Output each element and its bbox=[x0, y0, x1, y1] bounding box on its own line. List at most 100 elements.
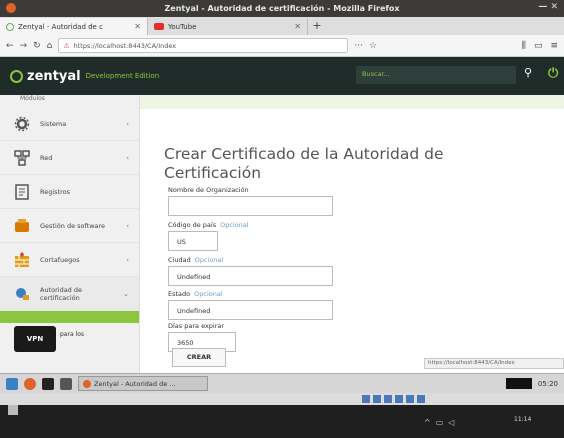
taskbar-tray: 05:20 bbox=[505, 378, 558, 389]
network-icon bbox=[14, 149, 30, 166]
tab-close-icon[interactable]: ✕ bbox=[134, 22, 141, 31]
firefox-icon bbox=[83, 379, 91, 388]
main-content: Crear Certificado de la Autoridad de Cer… bbox=[140, 95, 564, 373]
library-icon[interactable]: ⫼ bbox=[522, 41, 526, 51]
edition-label: Development Edition bbox=[85, 72, 160, 80]
url-text: https://localhost:8443/CA/Index bbox=[73, 41, 177, 50]
tab-youtube[interactable]: YouTube ✕ bbox=[148, 18, 308, 35]
sidebar-subitem-active[interactable] bbox=[0, 311, 139, 323]
firefox-icon bbox=[6, 3, 16, 13]
nav-bar: ← → ↻ ⌂ ⚠ https://localhost:8443/CA/Inde… bbox=[0, 35, 564, 57]
tab-close-icon[interactable]: ✕ bbox=[294, 22, 301, 31]
sidebar-item-sistema[interactable]: Sistema ‹ bbox=[0, 107, 139, 141]
back-icon[interactable]: ← bbox=[6, 41, 14, 51]
vpn-badge[interactable]: VPN bbox=[14, 326, 56, 352]
tray-app-icon[interactable] bbox=[406, 395, 414, 403]
tray-indicator-icon[interactable] bbox=[505, 378, 532, 389]
bookmark-star-icon[interactable]: ☆ bbox=[369, 41, 377, 51]
state-label: Estado Opcional bbox=[168, 290, 223, 298]
taskbar-task-label: Zentyal - Autoridad de ... bbox=[94, 379, 176, 388]
sidebar-item-label: Registros bbox=[40, 187, 70, 196]
tray-app-icon[interactable] bbox=[417, 395, 425, 403]
sidebar-toggle-icon[interactable]: ▭ bbox=[534, 41, 543, 51]
org-name-label: Nombre de Organización bbox=[168, 186, 249, 194]
start-menu-icon[interactable] bbox=[6, 377, 18, 390]
sidebar-item-ca[interactable]: Autoridad de certificación ⌄ bbox=[0, 277, 139, 311]
window-titlebar: Zentyal - Autoridad de certificación - M… bbox=[0, 0, 564, 17]
tab-youtube-label: YouTube bbox=[168, 22, 197, 31]
host-systray bbox=[0, 393, 564, 405]
search-icon[interactable]: ⚲ bbox=[524, 66, 532, 79]
zentyal-favicon-icon bbox=[6, 22, 14, 31]
state-field[interactable]: Undefined bbox=[168, 300, 333, 320]
sidebar-item-cortafuegos[interactable]: Cortafuegos ‹ bbox=[0, 243, 139, 277]
host-taskbar: ^ ▭ ◁ 11:14 bbox=[0, 405, 564, 438]
sidebar-item-red[interactable]: Red ‹ bbox=[0, 141, 139, 175]
page-actions-icon[interactable]: ··· bbox=[354, 41, 363, 51]
insecure-lock-icon: ⚠ bbox=[63, 41, 70, 50]
chevron-down-icon: ⌄ bbox=[123, 289, 129, 298]
sidebar-item-label: Sistema bbox=[40, 119, 67, 128]
sidebar-item-label: Autoridad de certificación bbox=[40, 285, 82, 302]
zentyal-logo[interactable]: zentyal bbox=[10, 69, 81, 84]
home-icon[interactable]: ⌂ bbox=[47, 41, 53, 51]
sidebar-item-software[interactable]: Gestión de software ‹ bbox=[0, 209, 139, 243]
taskbar-clock: 05:20 bbox=[537, 379, 558, 388]
taskbar: Zentyal - Autoridad de ... 05:20 bbox=[0, 373, 564, 393]
zentyal-header: zentyal Development Edition Buscar... ⚲ … bbox=[0, 57, 564, 95]
chevron-up-icon[interactable]: ^ bbox=[424, 418, 431, 427]
files-launcher-icon[interactable] bbox=[60, 377, 72, 390]
toolbar-right: ⫼ ▭ ≡ bbox=[522, 41, 558, 51]
taskbar-task-firefox[interactable]: Zentyal - Autoridad de ... bbox=[78, 376, 208, 391]
expiry-days-label: Días para expirar bbox=[168, 322, 225, 330]
certificate-icon bbox=[16, 287, 29, 300]
forward-icon[interactable]: → bbox=[20, 41, 28, 51]
systray-icons bbox=[362, 394, 425, 404]
search-input[interactable]: Buscar... bbox=[356, 66, 516, 84]
country-code-label: Código de país Opcional bbox=[168, 221, 249, 229]
tray-app-icon[interactable] bbox=[373, 395, 381, 403]
city-label: Ciudad Opcional bbox=[168, 256, 224, 264]
gear-icon bbox=[14, 116, 30, 131]
host-window-icon[interactable] bbox=[8, 405, 18, 415]
chevron-left-icon: ‹ bbox=[126, 221, 129, 230]
window-title: Zentyal - Autoridad de certificación - M… bbox=[164, 4, 400, 13]
tray-app-icon[interactable] bbox=[362, 395, 370, 403]
youtube-favicon-icon bbox=[154, 23, 164, 30]
sidebar-item-label: Gestión de software bbox=[40, 221, 106, 230]
sidebar-item-label: Cortafuegos bbox=[40, 255, 80, 264]
network-icon[interactable]: ▭ bbox=[436, 418, 444, 427]
zentyal-logo-icon bbox=[10, 69, 23, 83]
city-field[interactable]: Undefined bbox=[168, 266, 333, 286]
sidebar-item-label: Red bbox=[40, 153, 53, 162]
host-clock: 11:14 bbox=[514, 416, 532, 423]
url-bar[interactable]: ⚠ https://localhost:8443/CA/Index bbox=[58, 38, 349, 53]
screen: Zentyal - Autoridad de certificación - M… bbox=[0, 0, 564, 438]
logs-icon bbox=[15, 183, 29, 200]
logout-icon[interactable]: ⏻ bbox=[548, 66, 560, 84]
main-top-strip bbox=[140, 95, 564, 109]
country-code-field[interactable]: US bbox=[168, 231, 218, 251]
create-button[interactable]: CREAR bbox=[172, 348, 226, 367]
tab-bar: Zentyal - Autoridad de c ✕ YouTube ✕ + bbox=[0, 17, 564, 35]
page-title: Crear Certificado de la Autoridad de Cer… bbox=[164, 145, 444, 182]
software-icon bbox=[15, 218, 29, 232]
tab-zentyal[interactable]: Zentyal - Autoridad de c ✕ bbox=[0, 18, 148, 35]
host-tray: ^ ▭ ◁ bbox=[424, 418, 454, 427]
new-tab-button[interactable]: + bbox=[308, 18, 326, 35]
status-url-tooltip: https://localhost:8443/CA/Index bbox=[424, 358, 564, 369]
tray-app-icon[interactable] bbox=[395, 395, 403, 403]
firefox-launcher-icon[interactable] bbox=[24, 377, 36, 390]
org-name-field[interactable] bbox=[168, 196, 333, 216]
terminal-launcher-icon[interactable] bbox=[42, 377, 54, 390]
logo-text: zentyal bbox=[27, 68, 81, 84]
sidebar-item-registros[interactable]: Registros bbox=[0, 175, 139, 209]
tab-zentyal-label: Zentyal - Autoridad de c bbox=[18, 22, 103, 31]
tray-app-icon[interactable] bbox=[384, 395, 392, 403]
window-close-icon[interactable]: — ✕ bbox=[538, 2, 558, 12]
volume-icon[interactable]: ◁ bbox=[448, 418, 454, 427]
chevron-left-icon: ‹ bbox=[126, 119, 129, 128]
chevron-left-icon: ‹ bbox=[126, 255, 129, 264]
menu-icon[interactable]: ≡ bbox=[550, 41, 558, 51]
reload-icon[interactable]: ↻ bbox=[33, 41, 41, 51]
